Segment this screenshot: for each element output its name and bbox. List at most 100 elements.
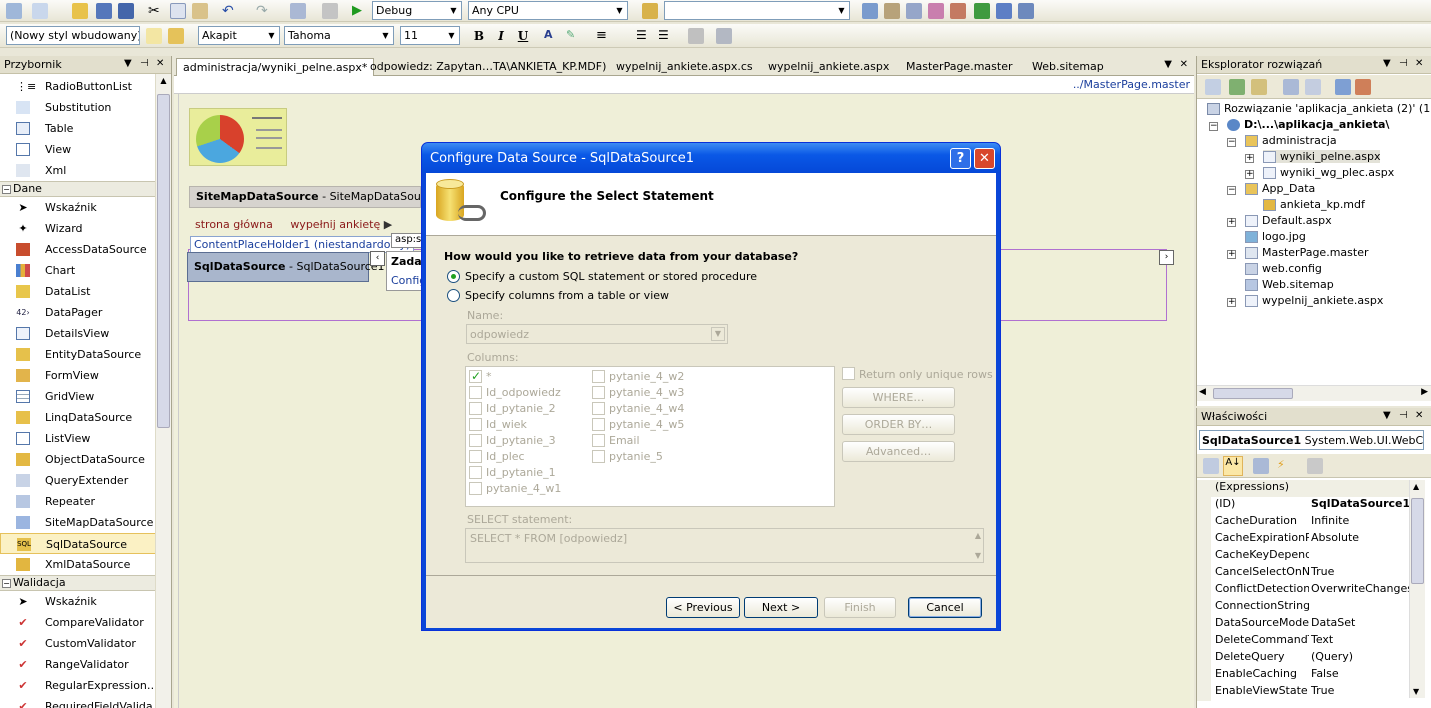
- underline-button[interactable]: U: [514, 29, 532, 43]
- previous-button[interactable]: < Previous: [666, 597, 740, 618]
- hyperlink-icon[interactable]: [688, 28, 704, 44]
- solution-item[interactable]: App_Data: [1245, 182, 1315, 195]
- toolbar-options-icon[interactable]: [716, 28, 732, 44]
- property-pages-icon[interactable]: [1307, 458, 1323, 474]
- toolbox-item[interactable]: ObjectDataSource: [0, 449, 156, 470]
- column-checkbox[interactable]: [469, 402, 482, 415]
- active-files-icon[interactable]: ▼: [1164, 59, 1172, 70]
- toolbox-item[interactable]: Xml: [0, 160, 156, 181]
- properties-icon[interactable]: [1205, 79, 1221, 95]
- project-node[interactable]: D:\...\aplikacja_ankieta\: [1227, 118, 1389, 131]
- cancel-button[interactable]: Cancel: [908, 597, 982, 618]
- scroll-down-icon[interactable]: ▼: [975, 551, 981, 560]
- show-all-files-icon[interactable]: [1251, 79, 1267, 95]
- select-statement-field[interactable]: SELECT * FROM [odpowiedz] ▲ ▼: [465, 528, 984, 563]
- close-icon[interactable]: ✕: [1415, 410, 1423, 421]
- nest-related-files-icon[interactable]: [1335, 79, 1351, 95]
- column-checkbox[interactable]: [592, 418, 605, 431]
- property-row[interactable]: (ID) SqlDataSource1: [1197, 497, 1410, 514]
- breadcrumb-page[interactable]: wypełnij ankietę: [290, 218, 380, 231]
- toolbox-item[interactable]: LinqDataSource: [0, 407, 156, 428]
- justify-icon[interactable]: ≡: [596, 28, 612, 44]
- property-row[interactable]: DataSourceMode DataSet: [1197, 616, 1409, 633]
- navigate-backward-icon[interactable]: [290, 3, 306, 19]
- highlight-color-icon[interactable]: ✎: [566, 28, 582, 44]
- order-by-button[interactable]: ORDER BY…: [842, 414, 955, 435]
- sql-datasource-control[interactable]: SqlDataSource - SqlDataSource1: [187, 252, 385, 282]
- toolbox-item[interactable]: Repeater: [0, 491, 156, 512]
- toolbox-item[interactable]: ListView: [0, 428, 156, 449]
- solution-configuration-combo[interactable]: Debug ▼: [372, 1, 462, 20]
- solution-item[interactable]: administracja: [1245, 134, 1337, 147]
- tab-query[interactable]: odpowiedz: Zapytan…TA\ANKIETA_KP.MDF): [364, 58, 612, 76]
- events-icon[interactable]: ⚡: [1277, 458, 1293, 474]
- column-checkbox[interactable]: [592, 370, 605, 383]
- new-project-icon[interactable]: [6, 3, 22, 19]
- toolbox-item[interactable]: ✔ CompareValidator: [0, 612, 156, 633]
- expand-icon[interactable]: +: [1227, 250, 1236, 259]
- unique-rows-checkbox[interactable]: [842, 367, 855, 380]
- column-checkbox[interactable]: [592, 402, 605, 415]
- solution-item[interactable]: web.config: [1245, 262, 1322, 275]
- expand-icon[interactable]: +: [1227, 218, 1236, 227]
- property-row[interactable]: DeleteQuery (Query): [1197, 650, 1409, 667]
- italic-button[interactable]: I: [492, 29, 510, 43]
- block-format-combo[interactable]: Akapit ▼: [198, 26, 280, 45]
- property-row[interactable]: EnableCaching False: [1197, 667, 1409, 684]
- masterpage-link[interactable]: ../MasterPage.master: [1073, 78, 1190, 91]
- smart-tag-collapse-icon[interactable]: ‹: [370, 251, 385, 266]
- collapse-icon[interactable]: −: [1209, 122, 1218, 131]
- property-row[interactable]: EnableViewState True: [1197, 684, 1409, 701]
- help-icon[interactable]: ?: [950, 148, 971, 169]
- save-all-icon[interactable]: [118, 3, 134, 19]
- tab-wyniki-pelne[interactable]: administracja/wyniki_pelne.aspx*: [176, 58, 375, 76]
- toolbox-item[interactable]: ✔ CustomValidator: [0, 633, 156, 654]
- toolbox-item[interactable]: DetailsView: [0, 323, 156, 344]
- font-color-icon[interactable]: A: [544, 28, 560, 44]
- toolbox-item[interactable]: QueryExtender: [0, 470, 156, 491]
- extension-manager-icon[interactable]: [1018, 3, 1034, 19]
- font-size-combo[interactable]: 11 ▼: [400, 26, 460, 45]
- advanced-button[interactable]: Advanced…: [842, 441, 955, 462]
- finish-button[interactable]: Finish: [824, 597, 896, 618]
- scroll-down-icon[interactable]: ▼: [1413, 687, 1419, 696]
- add-item-icon[interactable]: [32, 3, 48, 19]
- find-in-files-icon[interactable]: [642, 3, 658, 19]
- save-icon[interactable]: [96, 3, 112, 19]
- toolbox-item[interactable]: 42› DataPager: [0, 302, 156, 323]
- column-checkbox[interactable]: [469, 369, 482, 383]
- solution-item[interactable]: wyniki_wg_plec.aspx: [1263, 166, 1394, 179]
- column-checkbox[interactable]: [469, 386, 482, 399]
- toolbox-scrollbar[interactable]: ▲: [155, 74, 171, 708]
- open-file-icon[interactable]: [72, 3, 88, 19]
- properties-view-icon[interactable]: [1253, 458, 1269, 474]
- solution-item[interactable]: Web.sitemap: [1245, 278, 1334, 291]
- undo-icon[interactable]: ↶: [222, 3, 238, 19]
- scroll-right-icon[interactable]: ▶: [1421, 387, 1428, 397]
- solution-item[interactable]: Default.aspx: [1245, 214, 1332, 227]
- columns-label[interactable]: Specify columns from a table or view: [465, 289, 669, 302]
- toolbox-item[interactable]: AccessDataSource: [0, 239, 156, 260]
- toolbox-item[interactable]: ✔ RangeValidator: [0, 654, 156, 675]
- column-checkbox[interactable]: [469, 466, 482, 479]
- close-icon[interactable]: ✕: [974, 148, 995, 169]
- find-combo[interactable]: ▼: [664, 1, 850, 20]
- object-browser-icon[interactable]: [928, 3, 944, 19]
- close-icon[interactable]: ✕: [1415, 58, 1423, 69]
- toolbox-item[interactable]: ⋮≡ RadioButtonList: [0, 76, 156, 97]
- where-button[interactable]: WHERE…: [842, 387, 955, 408]
- column-checkbox[interactable]: [469, 450, 482, 463]
- toolbox-icon[interactable]: [950, 3, 966, 19]
- property-row[interactable]: CacheKeyDepende: [1197, 548, 1409, 565]
- properties-scrollbar[interactable]: ▲ ▼: [1409, 480, 1425, 698]
- sitemap-datasource-control[interactable]: SiteMapDataSource - SiteMapDataSource1: [189, 186, 445, 208]
- alphabetical-icon[interactable]: A↓: [1223, 456, 1243, 476]
- toolbox-item[interactable]: Table: [0, 118, 156, 139]
- collapse-icon[interactable]: −: [1227, 138, 1236, 147]
- scroll-up-icon[interactable]: ▲: [975, 531, 981, 540]
- find-icon[interactable]: [862, 3, 878, 19]
- object-selector[interactable]: SqlDataSource1 System.Web.UI.WebCo: [1199, 430, 1424, 450]
- scroll-thumb[interactable]: [157, 94, 170, 428]
- redo-icon[interactable]: ↷: [256, 3, 272, 19]
- column-checkbox[interactable]: [469, 482, 482, 495]
